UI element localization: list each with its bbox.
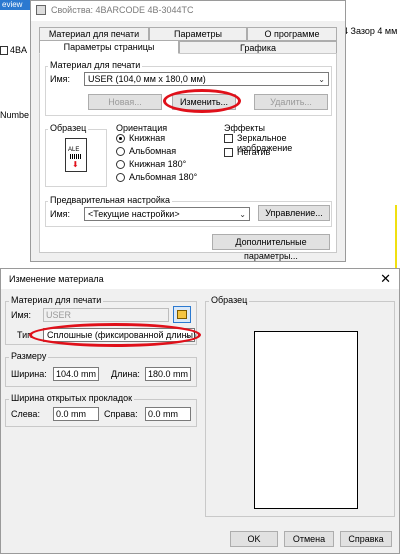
radio-landscape-180[interactable] xyxy=(116,173,125,182)
width-label: Ширина: xyxy=(11,369,47,379)
page-setup-panel: Материал для печати Имя: USER (104,0 мм … xyxy=(39,53,337,261)
size-group-label: Размеру xyxy=(9,351,49,361)
sample-group-label: Образец xyxy=(48,123,89,133)
length-label: Длина: xyxy=(111,369,140,379)
printer-properties-dialog: Свойства: 4BARCODE 4B-3044TC Материал дл… xyxy=(30,0,346,262)
preset-group-label: Предварительная настройка xyxy=(48,195,173,205)
chevron-down-icon: ⌄ xyxy=(318,75,325,84)
title-bar: Свойства: 4BARCODE 4B-3044TC xyxy=(31,1,345,21)
radio-landscape-180-label: Альбомная 180° xyxy=(129,172,198,182)
background-item-label: 4BA xyxy=(10,45,28,55)
preset-name-label: Имя: xyxy=(50,209,71,219)
right-gap-input[interactable]: 0.0 mm xyxy=(145,407,191,421)
folder-icon xyxy=(177,310,187,319)
name-input[interactable]: USER xyxy=(43,308,169,322)
tab-parameters[interactable]: Параметры xyxy=(149,27,247,41)
orientation-options: Книжная Альбомная Книжная 180° Альбомная… xyxy=(116,133,216,190)
name-label: Имя: xyxy=(11,310,32,320)
radio-portrait[interactable] xyxy=(116,134,125,143)
media-name-label: Имя: xyxy=(50,74,71,84)
close-icon[interactable]: ✕ xyxy=(380,271,391,287)
media-group-label: Материал для печати xyxy=(48,60,143,70)
arrow-down-icon: ⬇ xyxy=(72,160,79,169)
sample-icon-text: ALE xyxy=(68,147,80,153)
negative-label: Негатив xyxy=(237,147,271,157)
preset-combo[interactable]: <Текущие настройки> ⌄ xyxy=(84,207,250,221)
radio-landscape[interactable] xyxy=(116,147,125,156)
page-sample-icon: ALE ⬇ xyxy=(65,138,87,172)
annotation-oval xyxy=(163,89,241,113)
preview-label: Образец xyxy=(209,295,250,305)
paper-preview xyxy=(254,331,358,509)
media-name-combo[interactable]: USER (104,0 мм x 180,0 мм) ⌄ xyxy=(84,72,329,86)
barcode-icon xyxy=(70,154,82,159)
length-input[interactable]: 180.0 mm xyxy=(145,367,191,381)
advanced-button[interactable]: Дополнительные параметры... xyxy=(212,234,330,261)
orientation-label: Ориентация xyxy=(114,123,170,133)
negative-checkbox[interactable] xyxy=(224,148,233,157)
chevron-down-icon: ⌄ xyxy=(239,210,246,219)
tab-page-setup[interactable]: Параметры страницы xyxy=(39,40,179,54)
new-media-button[interactable]: Новая... xyxy=(88,94,162,110)
media-name-value: USER (104,0 мм x 180,0 мм) xyxy=(88,74,206,84)
radio-portrait-180[interactable] xyxy=(116,160,125,169)
effects-label: Эффекты xyxy=(222,123,267,133)
radio-landscape-label: Альбомная xyxy=(129,146,177,156)
preset-value: <Текущие настройки> xyxy=(88,209,180,219)
edit-media-dialog: Изменение материала ✕ Материал для печат… xyxy=(0,268,400,554)
gap-group-label: Ширина открытых прокладок xyxy=(9,393,135,403)
ok-button[interactable]: OK xyxy=(230,531,278,547)
left-gap-input[interactable]: 0.0 mm xyxy=(53,407,99,421)
document-icon xyxy=(0,46,8,56)
radio-portrait-label: Книжная xyxy=(129,133,166,143)
dialog-title: Изменение материала xyxy=(9,274,104,284)
title-bar: Изменение материала ✕ xyxy=(1,269,399,289)
background-item: 4BA xyxy=(0,45,28,56)
background-tab-label: eview xyxy=(0,0,30,10)
save-media-button[interactable] xyxy=(173,306,191,323)
annotation-oval xyxy=(29,323,201,347)
media-group-label: Материал для печати xyxy=(9,295,104,305)
width-input[interactable]: 104.0 mm xyxy=(53,367,99,381)
printer-icon xyxy=(36,5,46,15)
tab-media[interactable]: Материал для печати xyxy=(39,27,149,41)
radio-portrait-180-label: Книжная 180° xyxy=(129,159,187,169)
manage-button[interactable]: Управление... xyxy=(258,205,330,221)
cancel-button[interactable]: Отмена xyxy=(284,531,334,547)
right-gap-label: Справа: xyxy=(104,409,138,419)
delete-media-button[interactable]: Удалить... xyxy=(254,94,328,110)
help-button[interactable]: Справка xyxy=(340,531,392,547)
dialog-title: Свойства: 4BARCODE 4B-3044TC xyxy=(51,5,194,15)
background-label: Numbe xyxy=(0,110,30,120)
left-gap-label: Слева: xyxy=(11,409,40,419)
background-right-text: 4 Зазор 4 мм xyxy=(343,26,398,36)
mirror-checkbox[interactable] xyxy=(224,134,233,143)
tab-about[interactable]: О программе xyxy=(247,27,337,41)
